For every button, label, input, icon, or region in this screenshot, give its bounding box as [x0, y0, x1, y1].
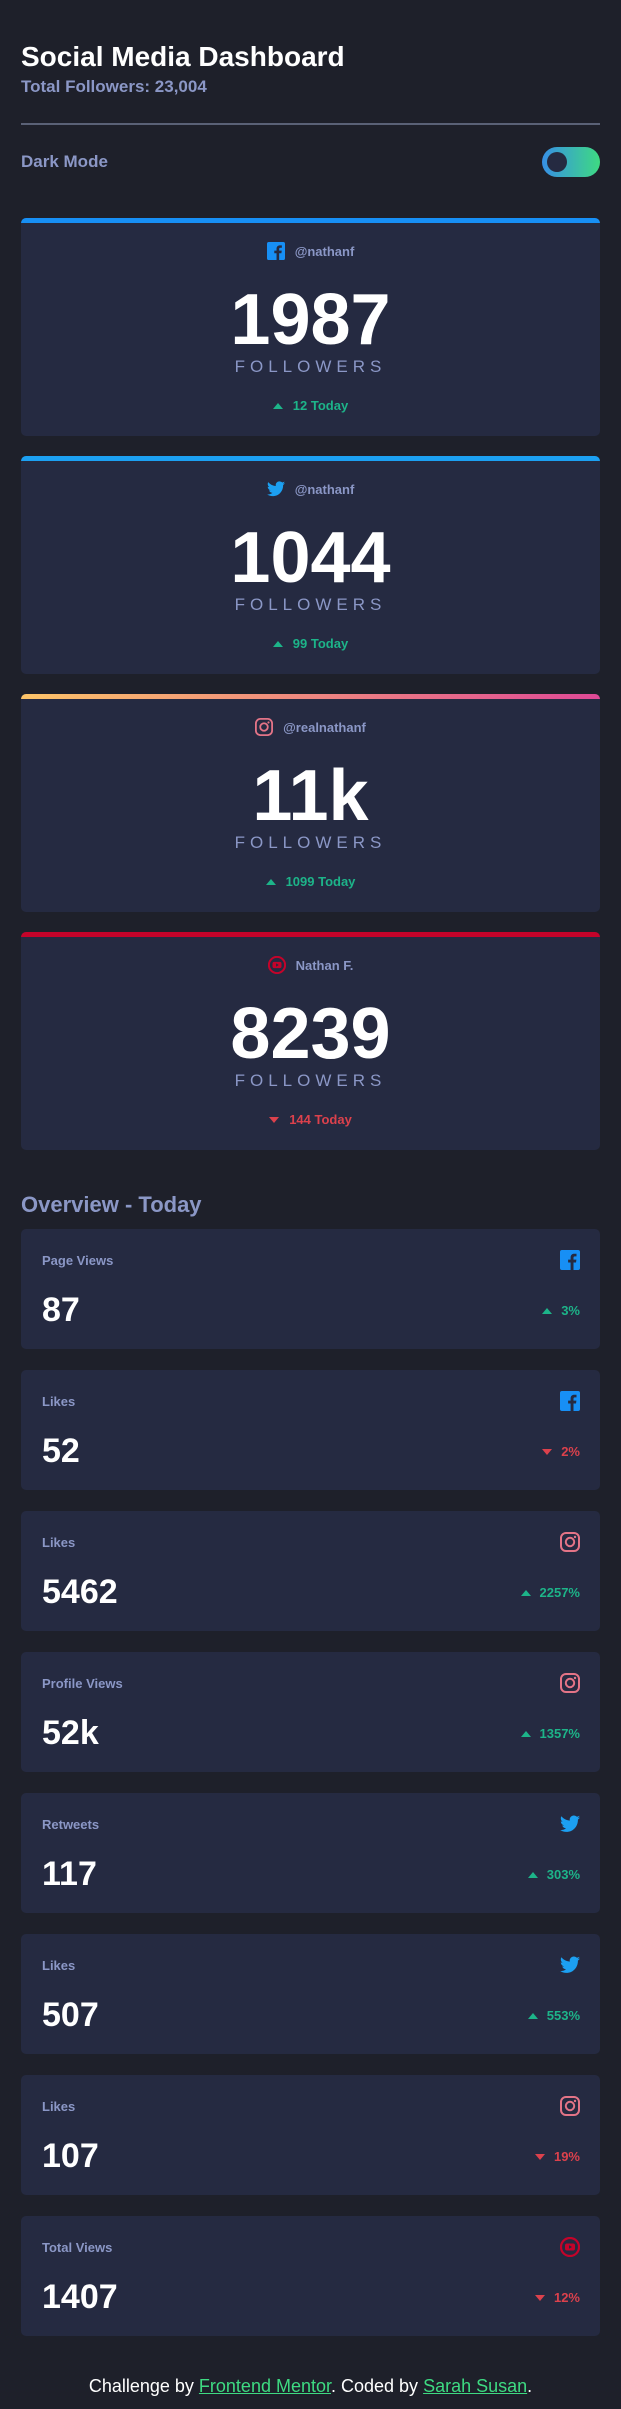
overview-value: 117 — [42, 1855, 97, 1893]
card-accent-bar — [21, 218, 600, 223]
card-accent-bar — [21, 932, 600, 937]
overview-change: 2% — [561, 1444, 580, 1459]
dark-mode-row: Dark Mode — [21, 146, 600, 178]
overview-card[interactable]: Likes 507 553% — [21, 1934, 600, 2054]
frontend-mentor-link[interactable]: Frontend Mentor — [199, 2376, 331, 2396]
overview-label: Likes — [42, 1394, 76, 1409]
follower-card-instagram[interactable]: @realnathanf 11k FOLLOWERS 1099 Today — [21, 694, 600, 912]
overview-label: Total Views — [42, 2240, 113, 2255]
page-title: Social Media Dashboard — [21, 41, 345, 72]
page-header: Social Media Dashboard Total Followers: … — [21, 40, 600, 97]
follower-count: 8239 — [230, 994, 391, 1074]
overview-value: 1407 — [42, 2278, 118, 2316]
instagram-icon — [560, 1673, 580, 1693]
facebook-icon — [560, 1391, 580, 1411]
overview-change: 553% — [546, 2008, 580, 2023]
follower-card-twitter[interactable]: @nathanf 1044 FOLLOWERS 99 Today — [21, 456, 600, 674]
overview-label: Likes — [42, 1958, 76, 1973]
overview-card[interactable]: Page Views 87 3% — [21, 1229, 600, 1349]
toggle-knob — [547, 152, 567, 172]
follower-count: 11k — [252, 756, 369, 836]
arrow-down-icon — [534, 2294, 545, 2301]
overview-card[interactable]: Likes 107 19% — [21, 2075, 600, 2195]
overview-label: Page Views — [42, 1253, 114, 1268]
twitter-icon — [560, 1955, 580, 1975]
overview-title: Overview - Today — [21, 1192, 202, 1217]
overview-label: Retweets — [42, 1817, 100, 1832]
card-accent-bar — [21, 456, 600, 461]
footer-prefix: Challenge by — [88, 2376, 199, 2396]
footer-suffix: . — [527, 2376, 533, 2396]
arrow-up-icon — [527, 1871, 538, 1878]
today-change: 1099 Today — [285, 874, 356, 889]
twitter-icon — [560, 1814, 580, 1834]
overview-change: 303% — [546, 1867, 580, 1882]
dark-mode-label: Dark Mode — [21, 152, 108, 171]
arrow-up-icon — [520, 1589, 531, 1596]
card-handle: @nathanf — [294, 481, 355, 497]
youtube-icon — [560, 2237, 580, 2257]
overview-card[interactable]: Retweets 117 303% — [21, 1793, 600, 1913]
author-link[interactable]: Sarah Susan — [423, 2376, 527, 2396]
facebook-icon — [266, 242, 285, 260]
overview-change: 19% — [553, 2149, 580, 2164]
overview-card[interactable]: Likes 5462 2257% — [21, 1511, 600, 1631]
arrow-down-icon — [269, 1116, 280, 1123]
card-handle: @realnathanf — [283, 719, 366, 735]
arrow-down-icon — [534, 2153, 545, 2160]
follower-card-youtube[interactable]: Nathan F. 8239 FOLLOWERS 144 Today — [21, 932, 600, 1150]
today-change: 144 Today — [289, 1112, 352, 1127]
arrow-up-icon — [542, 1307, 553, 1314]
dark-mode-toggle[interactable] — [542, 147, 600, 177]
follower-count: 1987 — [230, 280, 391, 360]
card-accent-bar — [21, 694, 600, 699]
footer: Challenge by Frontend Mentor. Coded by S… — [0, 2376, 621, 2397]
overview-value: 507 — [42, 1996, 99, 2034]
overview-label: Profile Views — [42, 1676, 123, 1691]
follower-count: 1044 — [230, 518, 391, 598]
overview-change: 1357% — [539, 1726, 580, 1741]
followers-label: FOLLOWERS — [234, 1071, 387, 1090]
overview-card[interactable]: Profile Views 52k 1357% — [21, 1652, 600, 1772]
twitter-icon — [266, 480, 285, 498]
overview-change: 12% — [553, 2290, 580, 2305]
header-divider — [21, 123, 600, 125]
arrow-up-icon — [527, 2012, 538, 2019]
followers-label: FOLLOWERS — [234, 833, 387, 852]
today-change: 99 Today — [292, 636, 349, 651]
arrow-up-icon — [520, 1730, 531, 1737]
overview-label: Likes — [42, 2099, 76, 2114]
arrow-up-icon — [272, 640, 283, 647]
overview-value: 5462 — [42, 1573, 118, 1611]
today-change: 12 Today — [292, 398, 349, 413]
arrow-up-icon — [265, 878, 276, 885]
footer-middle: . Coded by — [331, 2376, 424, 2396]
card-handle: Nathan F. — [295, 957, 354, 973]
youtube-icon — [267, 956, 286, 974]
followers-label: FOLLOWERS — [234, 357, 387, 376]
overview-value: 52 — [42, 1432, 80, 1470]
instagram-icon — [560, 1532, 580, 1552]
arrow-down-icon — [542, 1448, 553, 1455]
card-handle: @nathanf — [294, 243, 355, 259]
overview-change: 2257% — [539, 1585, 580, 1600]
facebook-icon — [560, 1250, 580, 1270]
overview-value: 107 — [42, 2137, 99, 2175]
overview-value: 87 — [42, 1291, 80, 1329]
overview-card[interactable]: Likes 52 2% — [21, 1370, 600, 1490]
overview-card[interactable]: Total Views 1407 12% — [21, 2216, 600, 2336]
overview-label: Likes — [42, 1535, 76, 1550]
instagram-icon — [560, 2096, 580, 2116]
followers-label: FOLLOWERS — [234, 595, 387, 614]
arrow-up-icon — [272, 402, 283, 409]
overview-value: 52k — [42, 1714, 99, 1752]
total-followers: Total Followers: 23,004 — [21, 77, 207, 96]
overview-change: 3% — [561, 1303, 580, 1318]
instagram-icon — [255, 718, 274, 736]
follower-card-facebook[interactable]: @nathanf 1987 FOLLOWERS 12 Today — [21, 218, 600, 436]
